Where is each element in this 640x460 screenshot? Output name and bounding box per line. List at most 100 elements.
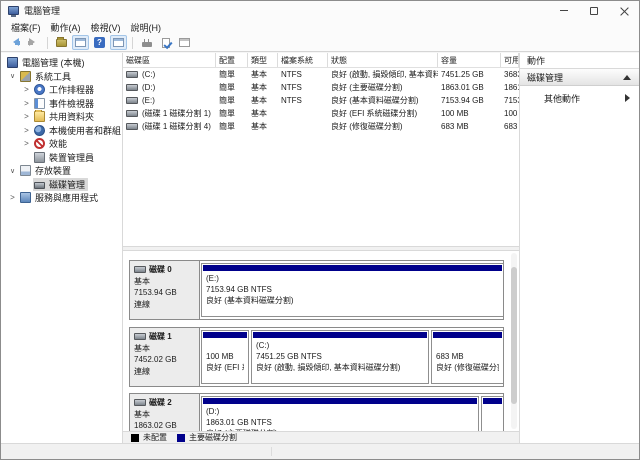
storage-icon xyxy=(20,165,31,177)
menu-file[interactable]: 檔案(F) xyxy=(6,21,46,34)
partition-e[interactable]: (E:) 7153.94 GB NTFS 良好 (基本資料磁碟分割) xyxy=(201,263,503,317)
tree-item-system-tools[interactable]: 系統工具 xyxy=(1,70,122,84)
more-actions-item[interactable]: 其他動作 xyxy=(520,90,639,106)
tools-icon xyxy=(20,70,31,82)
disk-icon xyxy=(134,333,146,341)
app-icon xyxy=(8,6,19,17)
maximize-button[interactable] xyxy=(579,1,609,20)
window-title: 電腦管理 xyxy=(24,6,61,16)
actions-section-disk-management[interactable]: 磁碟管理 xyxy=(520,69,639,86)
menu-help[interactable]: 說明(H) xyxy=(126,21,167,34)
chevron-right-icon[interactable] xyxy=(20,97,33,110)
tree-item-storage[interactable]: 存放裝置 xyxy=(1,164,122,178)
disk-1-label[interactable]: 磁碟 1 基本 7452.02 GB 連線 xyxy=(130,328,200,386)
chevron-right-icon[interactable] xyxy=(20,110,33,123)
tree-item-task-scheduler[interactable]: 工作排程器 xyxy=(1,83,122,97)
column-header-free[interactable]: 可用空間 xyxy=(501,53,519,67)
tree-item-shared-folders[interactable]: 共用資料夾 xyxy=(1,110,122,124)
volume-row-d[interactable]: (D:) 簡單 基本 NTFS 良好 (主要磁碟分割) 1863.01 GB 1… xyxy=(123,81,519,94)
disk-name: 磁碟 2 xyxy=(149,398,172,407)
column-header-volume[interactable]: 磁碟區 xyxy=(123,53,216,67)
folder-up-icon xyxy=(56,36,67,47)
column-header-filesystem[interactable]: 檔案系統 xyxy=(278,53,328,67)
disk-type: 基本 xyxy=(134,276,150,286)
tree-item-label: 服務與應用程式 xyxy=(35,193,99,204)
rescan-disks-button[interactable] xyxy=(138,35,155,50)
chevron-right-icon[interactable] xyxy=(20,137,33,150)
volume-name: (磁碟 1 磁碟分割 4) xyxy=(142,122,211,131)
close-button[interactable] xyxy=(609,1,639,20)
partition-recovery[interactable]: 683 MB 良好 (修復磁碟分割) xyxy=(431,330,503,384)
column-header-type[interactable]: 類型 xyxy=(248,53,278,67)
collapse-icon xyxy=(623,71,631,80)
chevron-right-icon[interactable] xyxy=(20,124,33,137)
volume-status: 良好 (啟動, 損毀傾印, 基本資料磁碟分割) xyxy=(331,70,438,79)
tree-item-performance[interactable]: 效能 xyxy=(1,137,122,151)
menu-action[interactable]: 動作(A) xyxy=(46,21,86,34)
volume-row-disk1-part4[interactable]: (磁碟 1 磁碟分割 4) 簡單 基本 良好 (修復磁碟分割) 683 MB 6… xyxy=(123,120,519,133)
disk-management-icon xyxy=(34,181,45,189)
disk-row-0: 磁碟 0 基本 7153.94 GB 連線 (E:) 7153.94 GB NT… xyxy=(129,260,504,320)
volume-icon xyxy=(126,84,138,91)
up-level-button[interactable] xyxy=(53,35,70,50)
disk-graph-pane: 磁碟 0 基本 7153.94 GB 連線 (E:) 7153.94 GB NT… xyxy=(123,251,519,431)
column-header-capacity[interactable]: 容量 xyxy=(438,53,501,67)
partition-sliver[interactable] xyxy=(481,396,503,431)
volume-type: 基本 xyxy=(251,122,267,131)
actions-panel: 動作 磁碟管理 其他動作 xyxy=(519,53,639,443)
primary-partition-swatch xyxy=(177,433,185,442)
volume-row-c[interactable]: (C:) 簡單 基本 NTFS 良好 (啟動, 損毀傾印, 基本資料磁碟分割) … xyxy=(123,68,519,81)
disk-0-label[interactable]: 磁碟 0 基本 7153.94 GB 連線 xyxy=(130,261,200,319)
volume-row-disk1-part1[interactable]: (磁碟 1 磁碟分割 1) 簡單 基本 良好 (EFI 系統磁碟分割) 100 … xyxy=(123,107,519,120)
primary-partition-stripe xyxy=(203,398,477,404)
console-tree-toggle-button[interactable] xyxy=(72,35,89,50)
primary-partition-stripe xyxy=(483,398,502,404)
console-window-icon xyxy=(75,38,86,47)
volume-row-e[interactable]: (E:) 簡單 基本 NTFS 良好 (基本資料磁碟分割) 7153.94 GB… xyxy=(123,94,519,107)
partition-d[interactable]: (D:) 1863.01 GB NTFS 良好 (主要磁碟分割) xyxy=(201,396,479,431)
event-viewer-icon xyxy=(34,97,45,109)
tree-item-event-viewer[interactable]: 事件檢視器 xyxy=(1,97,122,111)
chevron-right-icon[interactable] xyxy=(20,83,33,96)
partition-efi[interactable]: 100 MB 良好 (EFI 系統磁碟分割) xyxy=(201,330,249,384)
volume-name: (磁碟 1 磁碟分割 1) xyxy=(142,109,211,118)
minimize-button[interactable] xyxy=(549,1,579,20)
column-header-layout[interactable]: 配置 xyxy=(216,53,248,67)
forward-button[interactable] xyxy=(25,35,42,50)
volume-status: 良好 (修復磁碟分割) xyxy=(331,122,403,131)
chevron-down-icon[interactable] xyxy=(6,70,19,84)
graph-scrollbar[interactable] xyxy=(511,253,517,429)
back-button[interactable] xyxy=(6,35,23,50)
volume-icon xyxy=(126,123,138,130)
disk-name: 磁碟 0 xyxy=(149,265,172,274)
primary-partition-label: 主要磁碟分割 xyxy=(189,433,237,442)
tree-item-label: 事件檢視器 xyxy=(49,98,95,109)
disk-0-partitions: (E:) 7153.94 GB NTFS 良好 (基本資料磁碟分割) xyxy=(200,261,503,319)
partition-c[interactable]: (C:) 7451.25 GB NTFS 良好 (啟動, 損毀傾印, 基本資料磁… xyxy=(251,330,429,384)
volume-type: 基本 xyxy=(251,96,267,105)
action-pane-toggle-button[interactable] xyxy=(110,35,127,50)
volume-free: 1861 xyxy=(504,83,519,92)
tree-item-computer-management[interactable]: 電腦管理 (本機) xyxy=(1,56,122,70)
chevron-right-icon[interactable] xyxy=(6,191,19,204)
tree-item-disk-management[interactable]: 磁碟管理 xyxy=(1,177,122,191)
tree-item-local-users-groups[interactable]: 本機使用者和群組 xyxy=(1,124,122,138)
column-header-status[interactable]: 狀態 xyxy=(328,53,438,67)
tree-item-services-applications[interactable]: 服務與應用程式 xyxy=(1,191,122,205)
menu-view[interactable]: 檢視(V) xyxy=(86,21,126,34)
disk-size: 7153.94 GB xyxy=(134,288,177,297)
action-pane-window-icon xyxy=(113,38,124,47)
disk-2-label[interactable]: 磁碟 2 基本 1863.02 GB 連線 xyxy=(130,394,200,431)
scrollbar-thumb[interactable] xyxy=(511,267,517,405)
disk-status: 連線 xyxy=(134,299,150,309)
tree-item-device-manager[interactable]: 裝置管理員 xyxy=(1,151,122,165)
volume-free: 683 M xyxy=(504,122,519,131)
properties-button[interactable] xyxy=(176,35,193,50)
help-button[interactable] xyxy=(91,35,108,50)
partition-label xyxy=(436,340,499,351)
volume-free: 3683 xyxy=(504,70,519,79)
check-disk-button[interactable] xyxy=(157,35,174,50)
chevron-down-icon[interactable] xyxy=(6,164,19,178)
tree-item-label: 工作排程器 xyxy=(49,85,95,96)
volume-icon xyxy=(126,97,138,104)
